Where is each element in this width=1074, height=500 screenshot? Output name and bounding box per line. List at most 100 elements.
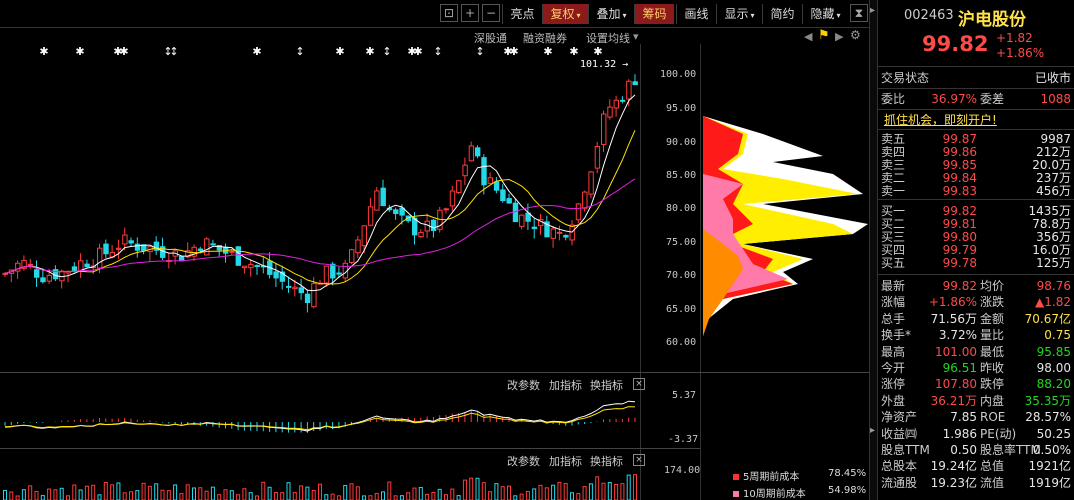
candle-body <box>115 247 122 250</box>
add-indicator-button[interactable]: 加指标 <box>549 377 582 393</box>
candle-body <box>588 171 594 195</box>
collapse-icon[interactable]: ⧗ <box>850 4 868 22</box>
highlight-button[interactable]: 亮点 <box>502 4 542 24</box>
volume-bar <box>217 494 222 500</box>
volume-bar <box>122 492 127 500</box>
change-params-button[interactable]: 改参数 <box>507 377 540 393</box>
chart-toolbar: ⊡ + − 亮点 复权 ▾ 叠加 ▾ 筹码 画线 显示 ▾ 简约 隐藏 ▾ ⧗ <box>0 0 870 28</box>
adjust-button[interactable]: 复权 ▾ <box>542 4 588 24</box>
volume-bar <box>185 484 190 500</box>
event-marker: ✱ <box>593 45 602 58</box>
volume-bar <box>72 484 77 500</box>
candle-body <box>46 274 52 282</box>
event-marker: ✱ <box>543 45 552 58</box>
volume-bar <box>3 489 7 500</box>
overlay-button[interactable]: 叠加 ▾ <box>588 4 634 24</box>
swap-indicator-button[interactable]: 换指标 <box>590 453 623 469</box>
bid-row[interactable]: 买四 99.79 16.0万 <box>878 243 1074 257</box>
volume-bar <box>91 484 96 500</box>
simple-button[interactable]: 简约 <box>762 4 802 24</box>
gear-icon[interactable]: ⚙ <box>850 28 861 42</box>
candle-body <box>298 287 305 294</box>
arrow-left-icon[interactable]: ◀ <box>804 30 812 43</box>
candle-body <box>355 239 361 254</box>
flag-icon[interactable]: ⚑ <box>818 28 830 43</box>
candle-body <box>582 191 588 209</box>
y-tick: 85.00 <box>666 170 697 181</box>
trade-status-row: 交易状态 已收市 <box>881 71 1071 85</box>
order-ratio-row: 委比 36.97% 委差 1088 <box>881 92 1071 106</box>
open-account-link[interactable]: 抓住机会，即刻开户! <box>884 111 997 128</box>
ask-row[interactable]: 卖三 99.85 20.0万 <box>878 158 1074 172</box>
chart-area[interactable]: ✱ ✱ ✱✱ ↕↕ ✱ ↕ ✱ ✱ ↕ ✱✱ ↕ ↕ ✱✱ ✱ ✱ ✱ <box>0 44 870 500</box>
lock-icon[interactable]: ⊡ <box>440 4 458 22</box>
chevron-right-icon[interactable]: ▸ <box>870 425 875 436</box>
candle-body <box>556 231 563 234</box>
candle-body <box>519 214 525 227</box>
volume-bar <box>588 483 593 500</box>
bid-row[interactable]: 买五 99.78 125万 <box>878 256 1074 270</box>
candle-body <box>462 164 468 177</box>
volume-bar <box>425 493 430 500</box>
candle-body <box>311 283 317 308</box>
candle-body <box>475 147 481 157</box>
zoom-in-icon[interactable]: + <box>461 4 479 22</box>
add-indicator-button[interactable]: 加指标 <box>549 453 582 469</box>
display-button[interactable]: 显示 ▾ <box>716 4 762 24</box>
volume-bar <box>570 492 574 500</box>
candle-body <box>594 146 601 169</box>
volume-bar <box>488 491 493 500</box>
volume-bar <box>166 490 171 500</box>
swap-indicator-button[interactable]: 换指标 <box>590 377 623 393</box>
close-icon[interactable]: × <box>633 378 645 390</box>
chip-distribution <box>703 116 868 336</box>
event-marker: ✱ <box>335 45 344 58</box>
divider <box>878 109 1074 110</box>
bid-row[interactable]: 买二 99.81 78.8万 <box>878 217 1074 231</box>
volume-bar <box>393 495 398 500</box>
chip-legend-5: 5周期前成本 <box>733 468 799 483</box>
volume-bar <box>507 485 511 500</box>
last-price: 99.82 <box>922 32 989 56</box>
candle-body <box>210 243 216 246</box>
zoom-out-icon[interactable]: − <box>482 4 500 22</box>
chevron-left-icon[interactable]: ▸ <box>870 5 875 16</box>
divider <box>878 66 1074 67</box>
draw-line-button[interactable]: 画线 <box>676 4 716 24</box>
candle-body <box>84 263 90 268</box>
hide-button[interactable]: 隐藏 ▾ <box>802 4 848 24</box>
bid-row[interactable]: 买一 99.82 1435万 <box>878 204 1074 218</box>
volume-bar <box>66 495 70 500</box>
volume-bar <box>40 495 45 500</box>
volume-bar <box>343 485 348 500</box>
close-icon[interactable]: × <box>633 454 645 466</box>
ask-row[interactable]: 卖五 99.87 9987 <box>878 132 1074 146</box>
stat-row: 涨停 107.80 跌停 88.20 <box>881 377 1071 392</box>
volume-bar <box>557 481 562 500</box>
ask-row[interactable]: 卖一 99.83 456万 <box>878 184 1074 198</box>
chips-button[interactable]: 筹码 <box>634 4 674 24</box>
volume-bar <box>53 489 58 500</box>
volume-bar <box>399 495 404 500</box>
y-tick: 70.00 <box>666 270 697 281</box>
bid-row[interactable]: 买三 99.80 356万 <box>878 230 1074 244</box>
volume-bar <box>576 493 581 500</box>
volume-bar <box>248 492 253 500</box>
candle-body <box>500 189 506 202</box>
ask-row[interactable]: 卖二 99.84 237万 <box>878 171 1074 185</box>
volume-bar <box>437 488 442 500</box>
volume-bar <box>355 486 360 500</box>
volume-bar <box>374 492 379 500</box>
arrow-right-icon[interactable]: ▶ <box>835 30 843 43</box>
candle-body <box>103 243 109 255</box>
volume-bar <box>462 479 467 500</box>
candle-body <box>292 286 298 290</box>
change-params-button[interactable]: 改参数 <box>507 453 540 469</box>
indicator-y-bottom: -3.37 <box>668 434 699 445</box>
ask-row[interactable]: 卖四 99.86 212万 <box>878 145 1074 159</box>
candle-body <box>349 249 355 264</box>
volume-bar <box>305 486 310 500</box>
volume-bar <box>255 495 259 500</box>
volume-bar <box>519 493 524 500</box>
event-marker: ✱ <box>569 45 578 58</box>
